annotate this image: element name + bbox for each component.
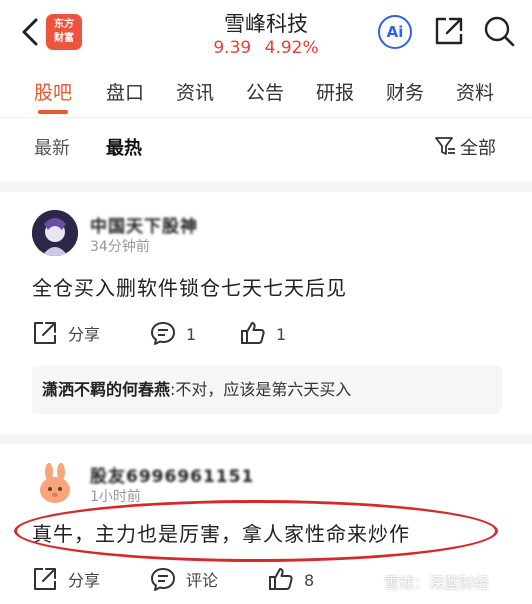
header-bar: 东方 财富 雪峰科技 9.39 4.92% Ai <box>0 0 532 66</box>
reply-author[interactable]: 潇洒不羁的何春燕 <box>42 380 170 399</box>
share-label: 分享 <box>68 571 101 590</box>
subtab-hottest[interactable]: 最热 <box>106 134 142 160</box>
share-icon <box>34 568 56 590</box>
tab-pankou[interactable]: 盘口 <box>106 78 144 105</box>
reply-preview[interactable]: 潇洒不羁的何春燕:不对，应该是第六天买入 <box>32 366 502 414</box>
watermark: 雪球：深蓝财经 <box>384 574 490 592</box>
thumbs-up-icon <box>269 568 293 590</box>
avatar-image <box>32 210 78 256</box>
tab-news[interactable]: 资讯 <box>176 78 214 105</box>
post-card[interactable]: 中国天下股神 34分钟前 全仓买入删软件锁仓七天七天后见 分享 1 1 潇洒不羁… <box>0 192 532 432</box>
search-icon[interactable] <box>482 14 516 48</box>
share-label: 分享 <box>68 325 101 344</box>
avatar[interactable] <box>32 460 78 506</box>
tab-guba[interactable]: 股吧 <box>34 78 72 105</box>
post-username[interactable]: 股友6996961151 <box>90 462 254 487</box>
like-count: 1 <box>276 325 287 344</box>
post-username[interactable]: 中国天下股神 <box>90 212 198 237</box>
comment-count: 1 <box>186 325 197 344</box>
post-content[interactable]: 全仓买入删软件锁仓七天七天后见 <box>32 272 347 301</box>
avatar[interactable] <box>32 210 78 256</box>
red-highlight-ellipse <box>14 500 498 562</box>
comment-label: 评论 <box>186 571 219 590</box>
comment-button[interactable]: 评论 <box>150 566 218 592</box>
sort-tabs: 最新 最热 全部 <box>0 118 532 178</box>
main-tabs: 股吧 盘口 资讯 公告 研报 财务 资料 <box>0 66 532 118</box>
post-time: 34分钟前 <box>90 239 150 255</box>
comment-button[interactable]: 1 <box>150 320 196 346</box>
filter-icon <box>435 137 455 155</box>
tab-announcements[interactable]: 公告 <box>246 78 284 105</box>
tab-research[interactable]: 研报 <box>316 78 354 105</box>
share-icon[interactable] <box>432 14 466 48</box>
like-button[interactable]: 1 <box>240 320 286 346</box>
ai-button[interactable]: Ai <box>378 15 412 49</box>
filter-label: 全部 <box>460 138 496 159</box>
like-button[interactable]: 8 <box>268 566 314 592</box>
comment-icon <box>151 568 175 591</box>
tab-finance[interactable]: 财务 <box>386 78 424 105</box>
stock-price: 9.39 <box>213 38 252 58</box>
share-button[interactable]: 分享 <box>32 320 100 346</box>
rabbit-avatar-icon <box>40 463 70 503</box>
subtab-latest[interactable]: 最新 <box>34 134 70 160</box>
active-tab-indicator <box>38 110 68 114</box>
like-count: 8 <box>304 571 315 590</box>
tab-profile[interactable]: 资料 <box>456 78 494 105</box>
comment-icon <box>151 322 175 345</box>
divider <box>0 434 532 444</box>
thumbs-up-icon <box>241 322 265 344</box>
stock-change: 4.92% <box>264 38 319 58</box>
share-button[interactable]: 分享 <box>32 566 100 592</box>
share-icon <box>34 322 56 344</box>
filter-button[interactable]: 全部 <box>434 134 496 160</box>
reply-text: :不对，应该是第六天买入 <box>170 380 352 399</box>
divider <box>0 182 532 192</box>
post-time: 1小时前 <box>90 489 141 505</box>
